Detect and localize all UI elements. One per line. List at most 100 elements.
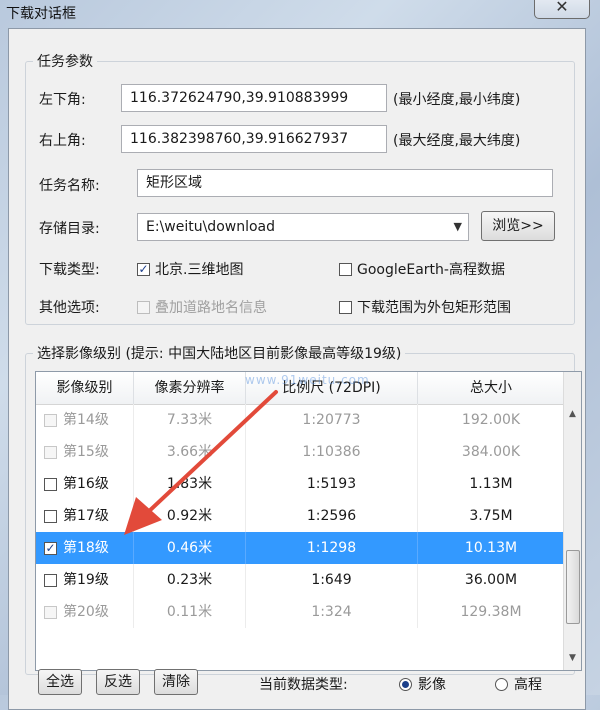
resolution-cell: 0.11米 [134, 596, 246, 628]
size-cell: 192.00K [461, 412, 521, 428]
resolution-cell: 7.33米 [134, 404, 246, 436]
task-name-input[interactable]: 矩形区域 [137, 169, 553, 197]
scroll-down-icon[interactable]: ▼ [564, 650, 581, 667]
level-label: 第15级 [63, 444, 109, 460]
top-right-hint: (最大经度,最大纬度) [393, 133, 521, 149]
checkbox-icon[interactable] [137, 300, 150, 314]
level-label: 第20级 [63, 604, 109, 620]
invert-button[interactable]: 反选 [96, 669, 140, 695]
levels-list[interactable]: 影像级别 像素分辨率 比例尺 (72DPI) 总大小 第14级 7.33米 1:… [35, 371, 582, 671]
scale-cell: 1:10386 [246, 436, 418, 468]
overlay-roads-label: 叠加道路地名信息 [155, 300, 267, 316]
table-row[interactable]: 第17级 0.92米 1:2596 3.75M [36, 500, 564, 532]
select-all-button[interactable]: 全选 [38, 669, 82, 695]
col-header-resolution[interactable]: 像素分辨率 [134, 372, 246, 404]
task-params-legend: 任务参数 [33, 51, 97, 71]
overlay-roads-checkbox[interactable]: 叠加道路地名信息 [137, 297, 267, 317]
table-row[interactable]: 第16级 1.83米 1:5193 1.13M [36, 468, 564, 500]
scale-cell: 1:5193 [246, 468, 418, 500]
table-row[interactable]: 第20级 0.11米 1:324 129.38M [36, 596, 564, 628]
outer-rect-label: 下载范围为外包矩形范围 [357, 300, 511, 316]
radio-elevation[interactable]: 高程 [495, 674, 542, 694]
other-options-label: 其他选项: [39, 300, 100, 316]
scale-cell: 1:1298 [246, 532, 418, 564]
checkbox-icon[interactable] [44, 573, 57, 587]
size-cell: 10.13M [464, 540, 518, 556]
data-type-label: 当前数据类型: [259, 677, 348, 693]
level-cell: 第20级 [36, 596, 134, 628]
level-cell: 第19级 [36, 564, 134, 596]
size-cell: 36.00M [464, 572, 518, 588]
bottom-left-input[interactable]: 116.372624790,39.910883999 [121, 84, 387, 112]
level-cell: 第14级 [36, 404, 134, 436]
level-label: 第16级 [63, 476, 109, 492]
save-dir-value: E:\weitu\download [146, 219, 276, 235]
checkbox-checked-icon[interactable]: ✓ [44, 541, 57, 555]
bottom-left-hint: (最小经度,最小纬度) [393, 92, 521, 108]
type-elevation-checkbox[interactable]: GoogleEarth-高程数据 [339, 259, 505, 279]
scroll-thumb[interactable] [566, 550, 580, 624]
list-scrollbar[interactable]: ▲ ▼ [563, 372, 581, 670]
col-header-level[interactable]: 影像级别 [36, 372, 134, 404]
size-cell: 1.13M [469, 476, 513, 492]
checkbox-icon[interactable] [339, 300, 352, 314]
task-name-label: 任务名称: [39, 178, 100, 194]
top-right-label: 右上角: [39, 133, 86, 149]
size-cell: 129.38M [460, 604, 522, 620]
radio-selected-icon[interactable] [399, 677, 412, 691]
dialog-body: 任务参数 左下角: 116.372624790,39.910883999 (最小… [8, 28, 586, 710]
table-row[interactable]: 第19级 0.23米 1:649 36.00M [36, 564, 564, 596]
size-cell: 384.00K [461, 444, 521, 460]
scale-cell: 1:324 [246, 596, 418, 628]
level-cell: ✓ 第18级 [36, 532, 134, 564]
type-beijing-checkbox[interactable]: ✓ 北京.三维地图 [137, 259, 243, 279]
radio-imagery[interactable]: 影像 [399, 674, 446, 694]
browse-button[interactable]: 浏览>> [481, 211, 555, 241]
save-dir-combo[interactable]: E:\weitu\download ▼ [137, 213, 469, 241]
radio-imagery-label: 影像 [418, 677, 446, 693]
level-label: 第19级 [63, 572, 109, 588]
resolution-cell: 1.83米 [134, 468, 246, 500]
resolution-cell: 0.46米 [134, 532, 246, 564]
checkbox-icon[interactable] [44, 509, 57, 523]
checkbox-icon[interactable] [44, 477, 57, 491]
size-cell: 3.75M [469, 508, 513, 524]
radio-icon[interactable] [495, 677, 508, 691]
checkbox-icon[interactable] [339, 262, 352, 276]
resolution-cell: 0.92米 [134, 500, 246, 532]
scale-cell: 1:649 [246, 564, 418, 596]
bottom-left-label: 左下角: [39, 92, 86, 108]
checkbox-icon[interactable] [44, 605, 57, 619]
window-title: 下载对话框 [6, 6, 76, 22]
top-right-input[interactable]: 116.382398760,39.916627937 [121, 125, 387, 153]
level-cell: 第16级 [36, 468, 134, 500]
level-label: 第18级 [63, 540, 109, 556]
watermark: www.91weitu.com [245, 373, 370, 387]
outer-rect-checkbox[interactable]: 下载范围为外包矩形范围 [339, 297, 511, 317]
level-cell: 第15级 [36, 436, 134, 468]
type-elevation-label: GoogleEarth-高程数据 [357, 262, 505, 278]
save-dir-label: 存储目录: [39, 221, 100, 237]
table-row[interactable]: 第15级 3.66米 1:10386 384.00K [36, 436, 564, 468]
table-row-selected[interactable]: ✓ 第18级 0.46米 1:1298 10.13M [36, 532, 564, 564]
resolution-cell: 3.66米 [134, 436, 246, 468]
type-beijing-label: 北京.三维地图 [155, 262, 244, 278]
close-icon: ✕ [555, 0, 569, 16]
radio-elevation-label: 高程 [514, 677, 542, 693]
close-button[interactable]: ✕ [534, 0, 590, 19]
level-cell: 第17级 [36, 500, 134, 532]
level-label: 第14级 [63, 412, 109, 428]
level-label: 第17级 [63, 508, 109, 524]
scroll-up-icon[interactable]: ▲ [564, 406, 581, 423]
resolution-cell: 0.23米 [134, 564, 246, 596]
chevron-down-icon[interactable]: ▼ [454, 214, 462, 240]
col-header-size[interactable]: 总大小 [418, 372, 564, 404]
scale-cell: 1:20773 [246, 404, 418, 436]
checkbox-icon[interactable] [44, 445, 57, 459]
checkbox-checked-icon[interactable]: ✓ [137, 262, 150, 276]
clear-button[interactable]: 清除 [154, 669, 198, 695]
download-type-label: 下载类型: [39, 262, 100, 278]
checkbox-icon[interactable] [44, 413, 57, 427]
table-row[interactable]: 第14级 7.33米 1:20773 192.00K [36, 404, 564, 436]
scale-cell: 1:2596 [246, 500, 418, 532]
